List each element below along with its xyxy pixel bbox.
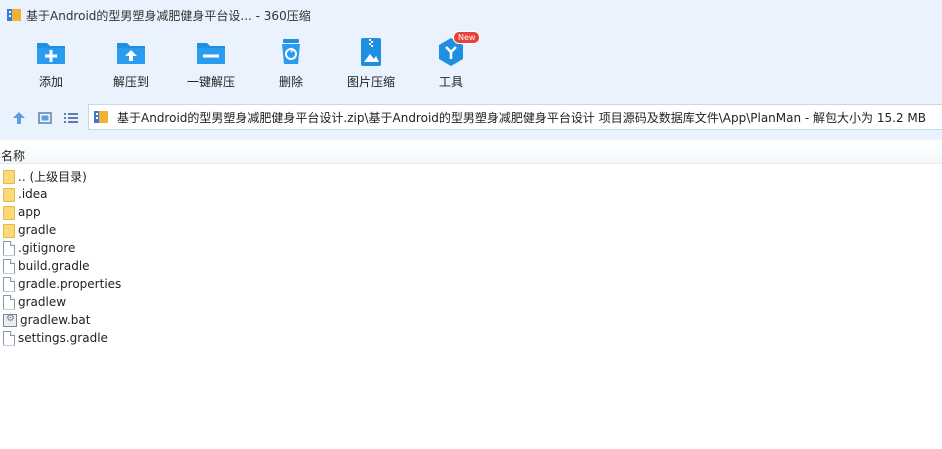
- list-item[interactable]: .idea: [0, 185, 942, 203]
- file-name: .. (上级目录): [18, 169, 87, 184]
- archive-file-icon: [93, 109, 109, 125]
- tools-icon: New: [435, 31, 481, 68]
- list-item[interactable]: gradlew: [0, 293, 942, 311]
- file-name: .idea: [18, 187, 48, 201]
- image-compress-label: 图片压缩: [346, 75, 395, 89]
- list-item[interactable]: gradle: [0, 221, 942, 239]
- list-view-icon[interactable]: [63, 110, 79, 126]
- folder-icon: [3, 187, 15, 202]
- thumbnail-view-icon[interactable]: [37, 110, 53, 126]
- delete-icon: [275, 36, 307, 68]
- file-name: build.gradle: [18, 259, 90, 273]
- add-label: 添加: [38, 75, 63, 89]
- file-icon: [3, 240, 15, 256]
- extract-to-icon: [115, 36, 147, 68]
- folder-icon: [3, 205, 15, 220]
- one-click-extract-button[interactable]: 一键解压: [166, 36, 256, 96]
- file-name: .gitignore: [18, 241, 76, 255]
- one-click-extract-icon: [195, 36, 227, 68]
- one-click-extract-label: 一键解压: [186, 75, 235, 89]
- image-compress-icon: [355, 36, 387, 68]
- list-item[interactable]: app: [0, 203, 942, 221]
- new-badge: New: [453, 31, 481, 44]
- file-name: gradlew.bat: [20, 313, 91, 327]
- extract-to-button[interactable]: 解压到: [86, 36, 176, 96]
- file-name: gradle.properties: [18, 277, 122, 291]
- window-title: 基于Android的型男塑身减肥健身平台设... - 360压缩: [26, 8, 311, 23]
- delete-button[interactable]: 删除: [246, 36, 336, 96]
- extract-to-label: 解压到: [112, 75, 149, 89]
- folder-icon: [3, 223, 15, 238]
- address-bar[interactable]: 基于Android的型男塑身减肥健身平台设计.zip\基于Android的型男塑…: [88, 104, 942, 130]
- address-row: 基于Android的型男塑身减肥健身平台设计.zip\基于Android的型男塑…: [0, 98, 942, 140]
- column-header-label: 名称: [1, 149, 26, 163]
- file-icon: [3, 276, 15, 292]
- delete-label: 删除: [278, 75, 303, 89]
- image-compress-button[interactable]: 图片压缩: [326, 36, 416, 96]
- column-header-name[interactable]: 名称: [0, 144, 942, 164]
- list-item[interactable]: settings.gradle: [0, 329, 942, 347]
- file-name: gradle: [18, 223, 57, 237]
- tools-button[interactable]: New 工具: [406, 31, 496, 96]
- file-name: gradlew: [18, 295, 67, 309]
- list-item[interactable]: gradlew.bat: [0, 311, 942, 329]
- file-icon: [3, 294, 15, 310]
- list-item[interactable]: gradle.properties: [0, 275, 942, 293]
- list-item[interactable]: .gitignore: [0, 239, 942, 257]
- toolbar: 添加 解压到 一键解压 删除 图片压缩 New 工具: [0, 30, 942, 98]
- tools-label: 工具: [438, 75, 463, 89]
- file-icon: [3, 258, 15, 274]
- file-name: app: [18, 205, 41, 219]
- file-name: settings.gradle: [18, 331, 108, 345]
- list-item[interactable]: .. (上级目录): [0, 167, 942, 185]
- add-icon: [35, 36, 67, 68]
- up-arrow-icon[interactable]: [11, 110, 27, 126]
- folder-icon: [3, 169, 15, 184]
- archive-app-icon: [6, 7, 22, 23]
- file-icon: [3, 330, 15, 346]
- file-list: .. (上级目录) .idea app gradle .gitignore bu…: [0, 167, 942, 347]
- title-bar: 基于Android的型男塑身减肥健身平台设... - 360压缩: [0, 0, 942, 30]
- list-item[interactable]: build.gradle: [0, 257, 942, 275]
- add-button[interactable]: 添加: [6, 36, 96, 96]
- address-path: 基于Android的型男塑身减肥健身平台设计.zip\基于Android的型男塑…: [117, 110, 926, 125]
- batch-file-icon: [3, 313, 17, 327]
